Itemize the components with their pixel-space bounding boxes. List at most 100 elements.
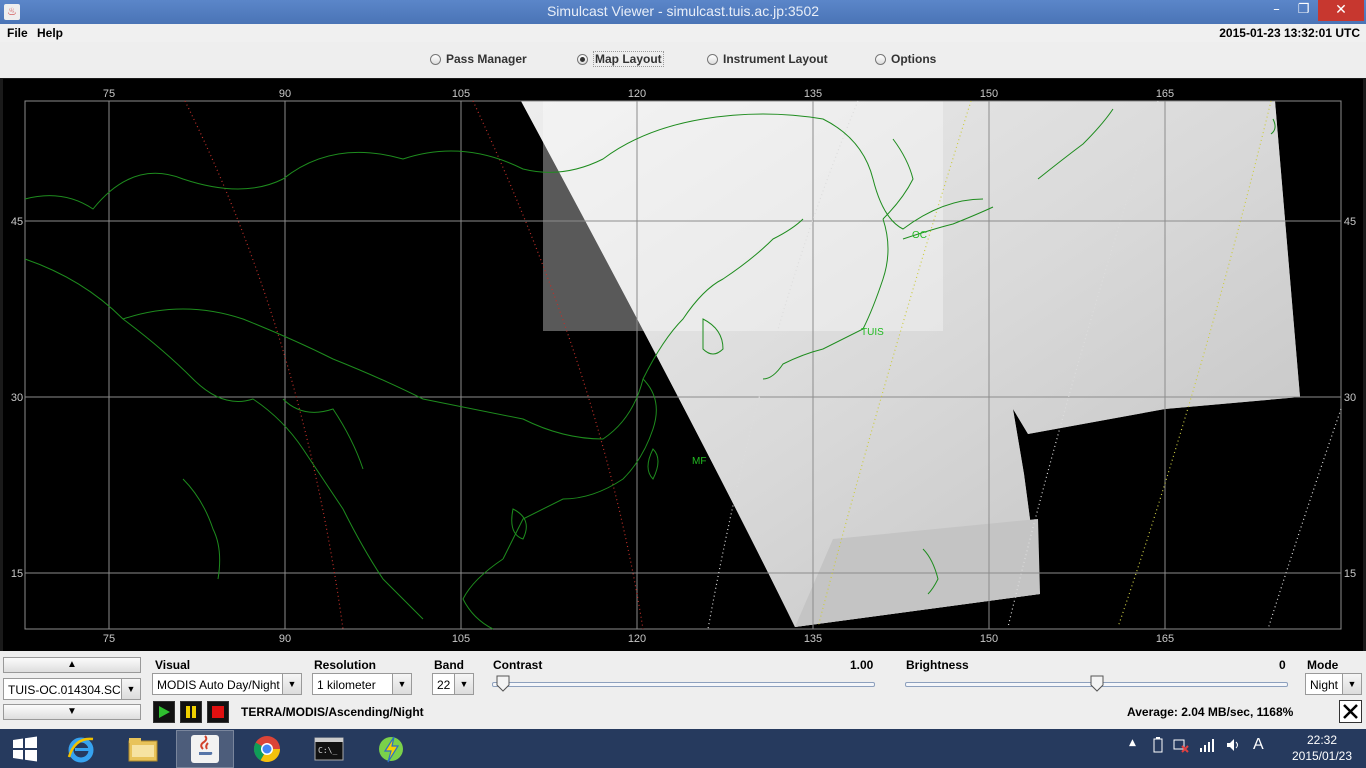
lon-label: 120 <box>628 88 646 100</box>
band-select[interactable]: 22 ▼ <box>432 673 474 695</box>
lon-label: 150 <box>980 633 998 645</box>
close-icon <box>1343 704 1358 719</box>
previous-pass-button[interactable]: ▲ <box>3 657 141 673</box>
resolution-label: Resolution <box>314 658 376 672</box>
lon-label: 105 <box>452 633 470 645</box>
taskbar-internet-explorer[interactable] <box>52 730 110 768</box>
maximize-button[interactable]: ❐ <box>1290 0 1317 21</box>
slider-thumb[interactable] <box>1090 675 1104 692</box>
slider-thumb[interactable] <box>496 675 510 692</box>
brightness-value: 0 <box>1279 658 1286 672</box>
taskbar-date: 2015/01/23 <box>1291 749 1353 763</box>
tab-label: Pass Manager <box>446 52 527 66</box>
ime-indicator[interactable]: A <box>1253 736 1264 754</box>
pause-button[interactable] <box>180 701 202 723</box>
lon-label: 90 <box>279 633 291 645</box>
start-button[interactable] <box>0 730 50 768</box>
lon-label: 165 <box>1156 88 1174 100</box>
view-selector: Pass Manager Map Layout Instrument Layou… <box>0 42 1366 78</box>
taskbar-time: 22:32 <box>1306 733 1338 747</box>
menu-help[interactable]: Help <box>37 26 63 40</box>
next-pass-button[interactable]: ▼ <box>3 704 141 720</box>
windows-taskbar: C:\_ ▲ A 22:32 2015/01/23 <box>0 729 1366 768</box>
taskbar-lightning-app[interactable] <box>362 730 420 768</box>
close-pass-button[interactable] <box>1339 700 1362 723</box>
slider-track <box>492 682 875 687</box>
window-title: Simulcast Viewer - simulcast.tuis.ac.jp:… <box>546 3 820 19</box>
taskbar-chrome[interactable] <box>238 730 296 768</box>
lat-labels-left: 45 30 15 <box>11 216 23 580</box>
contrast-value: 1.00 <box>850 658 874 672</box>
pause-icon <box>186 706 196 718</box>
close-button[interactable]: ✕ <box>1318 0 1364 21</box>
lon-label: 150 <box>980 88 998 100</box>
visual-select-value: MODIS Auto Day/Night <box>157 678 280 692</box>
title-bar: ♨ Simulcast Viewer - simulcast.tuis.ac.j… <box>0 0 1366 24</box>
java-icon <box>191 735 219 763</box>
tab-map-layout[interactable]: Map Layout <box>577 50 664 68</box>
visual-select[interactable]: MODIS Auto Day/Night ▼ <box>152 673 302 695</box>
radio-icon <box>430 53 441 65</box>
lon-label: 120 <box>628 633 646 645</box>
radio-selected-icon <box>577 53 588 65</box>
lon-label: 105 <box>452 88 470 100</box>
tab-label: Map Layout <box>593 51 664 67</box>
pass-select[interactable]: TUIS-OC.014304.SC ▼ <box>3 678 141 700</box>
pass-status-text: TERRA/MODIS/Ascending/Night <box>241 705 424 719</box>
taskbar-java-app[interactable] <box>176 730 234 768</box>
lightning-app-icon <box>379 736 403 763</box>
chrome-icon <box>253 736 281 763</box>
volume-icon[interactable] <box>1225 737 1241 753</box>
lon-label: 135 <box>804 88 822 100</box>
network-disconnected-icon[interactable] <box>1173 737 1189 753</box>
utc-clock: 2015-01-23 13:32:01 UTC <box>1219 26 1360 40</box>
lat-labels-right: 45 30 15 <box>1344 216 1356 580</box>
tab-pass-manager[interactable]: Pass Manager <box>430 50 527 68</box>
contrast-label: Contrast <box>493 658 543 672</box>
contrast-slider[interactable] <box>492 674 875 694</box>
control-panel: ▲ TUIS-OC.014304.SC ▼ ▼ Visual MODIS Aut… <box>0 651 1366 729</box>
stop-icon <box>212 706 224 718</box>
tab-instrument-layout[interactable]: Instrument Layout <box>707 50 828 68</box>
resolution-select[interactable]: 1 kilometer ▼ <box>312 673 412 695</box>
svg-text:C:\_: C:\_ <box>318 746 337 755</box>
application-window: ♨ Simulcast Viewer - simulcast.tuis.ac.j… <box>0 0 1366 768</box>
map-panel[interactable]: OC TUIS MF 75 90 105 120 135 150 165 75 … <box>3 79 1363 651</box>
play-button[interactable] <box>153 701 175 723</box>
chevron-down-icon: ▼ <box>392 674 411 694</box>
signal-strength-icon[interactable] <box>1199 737 1215 753</box>
chevron-up-icon[interactable]: ▲ <box>1129 738 1136 748</box>
lon-label: 75 <box>103 633 115 645</box>
taskbar-file-explorer[interactable] <box>114 730 172 768</box>
lat-label: 15 <box>1344 568 1356 580</box>
menu-bar: File Help 2015-01-23 13:32:01 UTC <box>0 24 1366 42</box>
taskbar-command-prompt[interactable]: C:\_ <box>300 730 358 768</box>
lat-label: 45 <box>1344 216 1356 228</box>
lon-label: 75 <box>103 88 115 100</box>
menu-file[interactable]: File <box>7 26 28 40</box>
taskbar-clock[interactable]: 22:32 2015/01/23 <box>1282 732 1362 764</box>
lat-label: 30 <box>11 392 23 404</box>
chevron-down-icon: ▼ <box>282 674 301 694</box>
visual-label: Visual <box>155 658 191 672</box>
stop-button[interactable] <box>207 701 229 723</box>
lon-label: 90 <box>279 88 291 100</box>
chevron-down-icon: ▼ <box>1342 674 1361 694</box>
mode-select[interactable]: Night ▼ <box>1305 673 1362 695</box>
tab-options[interactable]: Options <box>875 50 936 68</box>
throughput-text: Average: 2.04 MB/sec, 1168% <box>1127 705 1294 719</box>
brightness-slider[interactable] <box>905 674 1288 694</box>
radio-icon <box>875 53 886 65</box>
lat-label: 15 <box>11 568 23 580</box>
minimize-button[interactable]: – <box>1263 0 1290 21</box>
lon-label: 135 <box>804 633 822 645</box>
battery-icon[interactable] <box>1151 737 1165 753</box>
band-label: Band <box>434 658 464 672</box>
map-canvas[interactable]: OC TUIS MF 75 90 105 120 135 150 165 75 … <box>3 79 1363 651</box>
station-label-tuis: TUIS <box>861 327 884 338</box>
tab-label: Options <box>891 52 937 66</box>
lon-labels-bottom: 75 90 105 120 135 150 165 <box>103 633 1174 645</box>
file-explorer-icon <box>128 738 158 762</box>
resolution-select-value: 1 kilometer <box>317 678 376 692</box>
start-icon <box>13 736 37 762</box>
